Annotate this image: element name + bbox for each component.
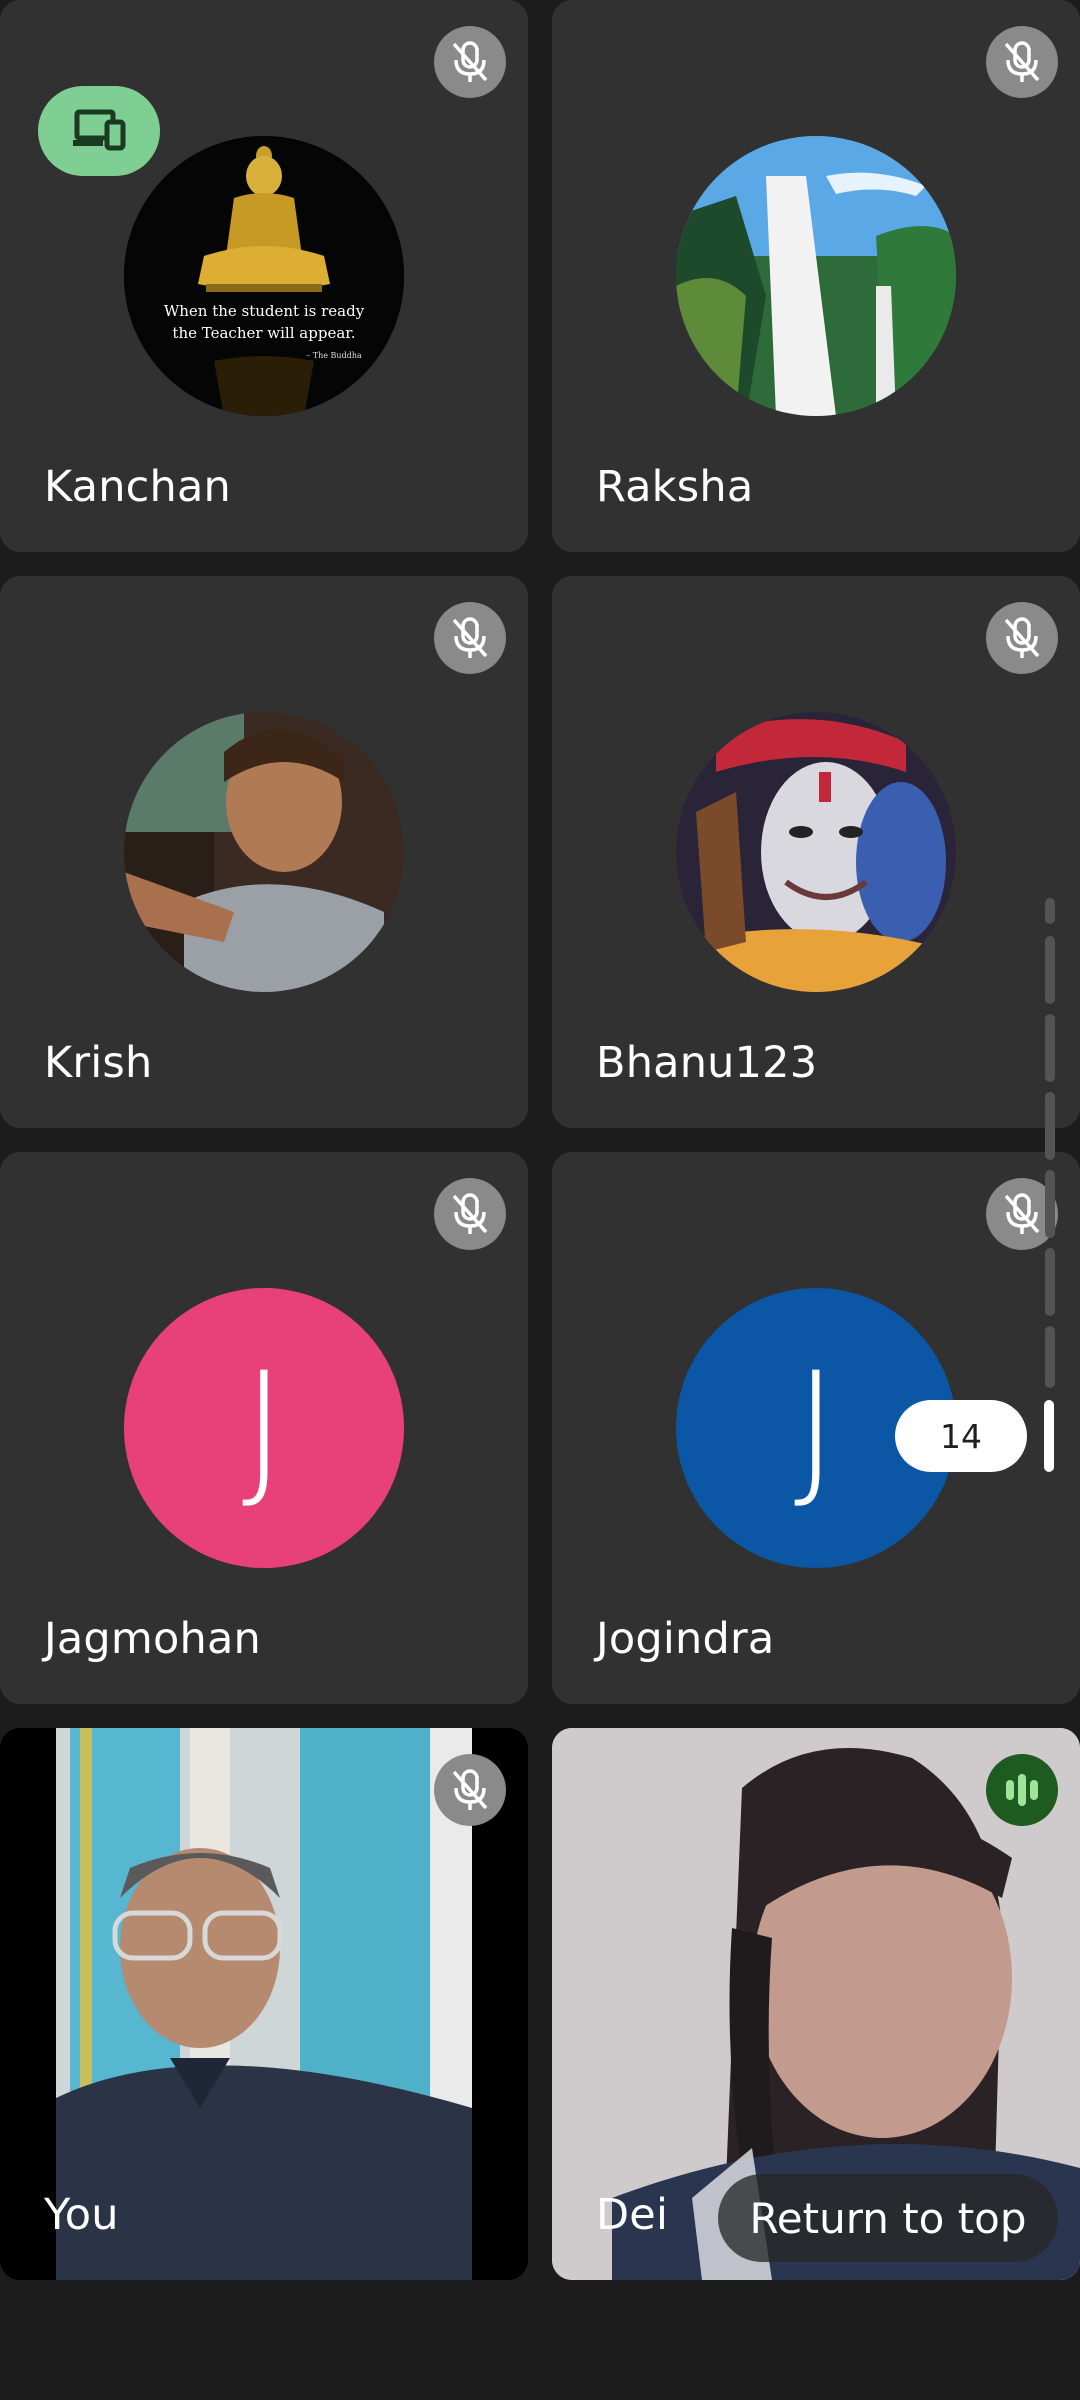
scrollbar-segment xyxy=(1045,1014,1055,1082)
mic-off-icon xyxy=(986,26,1058,98)
participant-name: Raksha xyxy=(596,462,754,512)
devices-icon xyxy=(38,86,160,176)
participant-tile-raksha[interactable]: Raksha xyxy=(552,0,1080,552)
avatar xyxy=(676,712,956,992)
avatar xyxy=(676,136,956,416)
participant-name: Dei xyxy=(596,2190,669,2240)
participant-name: Bhanu123 xyxy=(596,1038,818,1088)
audio-level-icon xyxy=(986,1754,1058,1826)
return-to-top-button[interactable]: Return to top xyxy=(718,2174,1058,2262)
participant-name: Krish xyxy=(44,1038,153,1088)
scrollbar-segment xyxy=(1045,898,1055,924)
participant-tile-jagmohan[interactable]: J Jagmohan xyxy=(0,1152,528,1704)
avatar-caption-attribution: – The Buddha xyxy=(306,351,362,360)
participant-tile-bhanu123[interactable]: Bhanu123 xyxy=(552,576,1080,1128)
avatar-caption-line2: the Teacher will appear. xyxy=(172,324,355,342)
mic-off-icon xyxy=(434,602,506,674)
mic-off-icon xyxy=(986,602,1058,674)
scrollbar-segment xyxy=(1045,1326,1055,1388)
participant-name: Jogindra xyxy=(596,1614,775,1664)
scrollbar-segment xyxy=(1045,936,1055,1004)
participant-name: Jagmohan xyxy=(44,1614,261,1664)
avatar-initial: J xyxy=(124,1288,404,1568)
mic-off-icon xyxy=(434,1178,506,1250)
participant-name: You xyxy=(44,2190,119,2240)
avatar xyxy=(124,712,404,992)
scrollbar-segment xyxy=(1045,1092,1055,1160)
avatar-caption-line1: When the student is ready xyxy=(164,302,365,320)
participant-tile-kanchan[interactable]: When the student is ready the Teacher wi… xyxy=(0,0,528,552)
mic-off-icon xyxy=(434,26,506,98)
mic-off-icon xyxy=(434,1754,506,1826)
page-number-pill: 14 xyxy=(895,1400,1027,1472)
scrollbar-thumb[interactable] xyxy=(1044,1400,1054,1472)
scrollbar-segment xyxy=(1045,1170,1055,1238)
participant-name: Kanchan xyxy=(44,462,231,512)
avatar: When the student is ready the Teacher wi… xyxy=(124,136,404,416)
scrollbar-segment xyxy=(1045,1248,1055,1316)
participant-tile-krish[interactable]: Krish xyxy=(0,576,528,1128)
participant-grid: When the student is ready the Teacher wi… xyxy=(0,0,1080,2400)
participant-tile-you[interactable]: You xyxy=(0,1728,528,2280)
